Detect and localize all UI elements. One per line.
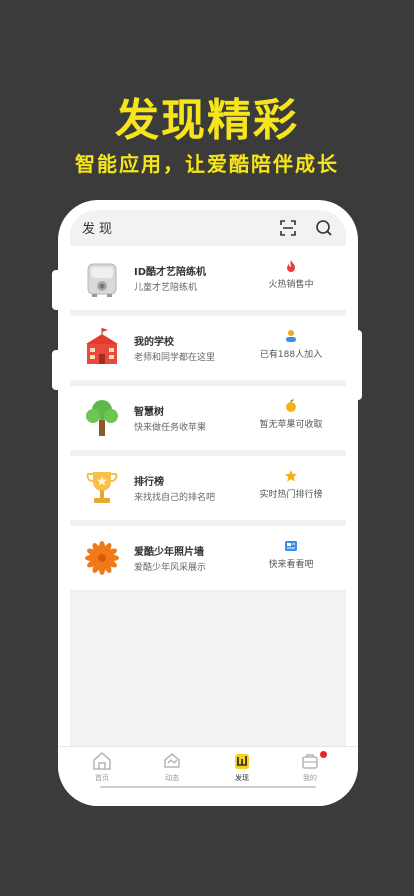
notification-badge [320,751,327,758]
card-leaderboard[interactable]: 排行榜 来找找自己的排名吧 实时热门排行榜 [70,456,346,520]
card-subtitle: 爱酷少年风采展示 [134,563,207,573]
page-title: 发现 [82,222,117,237]
card-photo-wall[interactable]: 爱酷少年照片墙 爱酷少年风采展示 快来看看吧 [70,526,346,590]
promo-subline: 智能应用，让爱酷陪伴成长 [75,152,339,176]
school-icon [86,328,118,364]
card-title: 我的学校 [134,337,174,348]
nav-item-discover[interactable]: 发现 [212,751,272,783]
card-status-text: 暂无苹果可收取 [259,420,323,430]
nav-label: 我的 [303,774,317,782]
fire-icon [287,260,295,272]
people-icon [286,330,296,342]
card-status: 火热销售中 [246,259,336,290]
home-indicator [100,786,316,788]
card-subtitle: 老师和同学都在这里 [134,353,216,363]
nav-item-feed[interactable]: 动态 [142,751,202,783]
card-title: 爱酷少年照片墙 [134,547,204,558]
tree-icon [86,400,118,436]
home-icon [93,752,111,770]
card-status-text: 已有188人加入 [259,350,323,360]
card-title: ID酷才艺陪练机 [134,267,207,278]
nav-item-profile[interactable]: 我的 [280,751,340,783]
nav-label: 首页 [95,774,109,782]
feed-icon [164,753,180,768]
scan-icon[interactable] [278,218,298,238]
card-status-text: 快来看看吧 [268,560,314,570]
flower-icon [85,541,119,575]
nav-label: 动态 [165,774,179,782]
card-status: 实时热门排行榜 [246,469,336,500]
practice-machine-icon [87,263,117,297]
card-subtitle: 快来做任务收苹果 [134,423,207,433]
card-title: 智慧树 [134,407,164,418]
card-status-text: 实时热门排行榜 [259,490,323,500]
card-subtitle: 来找找自己的排名吧 [134,493,216,503]
bottom-nav: 首页 动态 发现 我的 [58,746,358,806]
discover-icon [235,754,249,769]
phone-frame: 发现 ID酷才艺陪练机 儿童才艺陪练机 火热销售中 我的学校 老师和同学都在这里… [58,200,358,806]
app-header: 发现 [70,210,346,246]
apple-icon [286,399,296,412]
nav-label: 发现 [235,774,249,782]
search-icon[interactable] [314,218,334,238]
discover-list: ID酷才艺陪练机 儿童才艺陪练机 火热销售中 我的学校 老师和同学都在这里 已有… [70,246,346,746]
profile-icon [302,754,318,769]
promo-headline: 发现精彩 [115,95,299,146]
card-subtitle: 儿童才艺陪练机 [134,283,198,293]
card-status: 暂无苹果可收取 [246,399,336,430]
star-icon [285,470,297,482]
card-status-text: 火热销售中 [268,280,314,290]
card-practice-machine[interactable]: ID酷才艺陪练机 儿童才艺陪练机 火热销售中 [70,246,346,310]
card-status: 快来看看吧 [246,539,336,570]
card-smart-tree[interactable]: 智慧树 快来做任务收苹果 暂无苹果可收取 [70,386,346,450]
card-title: 排行榜 [134,477,164,488]
nav-item-home[interactable]: 首页 [72,751,132,783]
card-status: 已有188人加入 [246,329,336,360]
photo-icon [285,541,297,551]
trophy-icon [86,472,118,503]
card-my-school[interactable]: 我的学校 老师和同学都在这里 已有188人加入 [70,316,346,380]
